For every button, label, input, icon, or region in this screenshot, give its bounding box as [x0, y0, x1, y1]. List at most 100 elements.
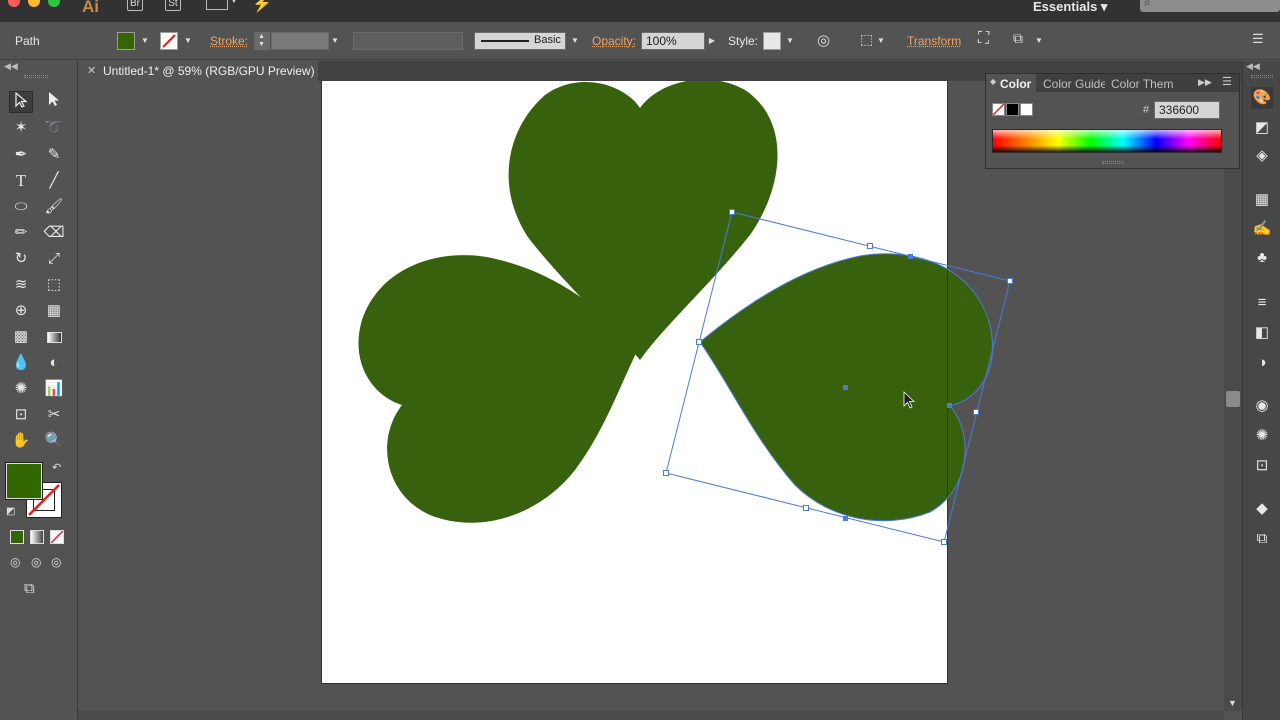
panel-options-icon[interactable]: ☰	[1222, 75, 1232, 88]
eyedropper-tool-icon[interactable]: 💧	[9, 352, 33, 374]
variable-width-profile[interactable]	[353, 32, 463, 50]
graphic-style-swatch[interactable]	[763, 32, 781, 50]
stroke-swatch[interactable]	[160, 32, 178, 50]
color-themes-icon[interactable]: ◈	[1251, 145, 1273, 167]
pencil-tool-icon[interactable]: ✏	[9, 222, 33, 244]
fill-indicator[interactable]	[5, 462, 43, 500]
vertical-scroll-thumb[interactable]	[1226, 391, 1240, 407]
align-dropdown[interactable]: ▼	[876, 32, 886, 50]
screen-mode-icon[interactable]: ⧉	[24, 580, 35, 597]
scroll-down-arrow-icon[interactable]: ▼	[1228, 698, 1237, 708]
arrange-icon[interactable]: ⧉	[1013, 30, 1023, 47]
close-tab-icon[interactable]: ✕	[87, 64, 96, 77]
layers-icon[interactable]: ◆	[1251, 498, 1273, 520]
selection-tool-icon[interactable]	[9, 91, 33, 113]
slice-tool-icon[interactable]: ✂	[42, 404, 66, 426]
gradient-tool-icon[interactable]	[42, 326, 66, 348]
graphic-styles-icon[interactable]: ✺	[1251, 425, 1273, 447]
symbol-sprayer-tool-icon[interactable]: ✺	[9, 378, 33, 400]
default-fill-stroke-icon[interactable]: ◩	[6, 506, 15, 517]
paintbrush-tool-icon[interactable]: 🖌	[42, 196, 66, 218]
stroke-weight-field[interactable]	[271, 32, 329, 50]
brush-dropdown[interactable]: ▼	[570, 32, 580, 50]
rotate-tool-icon[interactable]: ↻	[9, 248, 33, 270]
black-color-swatch[interactable]	[1006, 103, 1019, 116]
mesh-tool-icon[interactable]: ▩	[9, 326, 33, 348]
workspace-switcher[interactable]: Essentials ▾	[1033, 0, 1107, 15]
perspective-grid-tool-icon[interactable]: ▦	[42, 300, 66, 322]
color-panel-icon[interactable]: 🎨	[1251, 87, 1273, 109]
gpu-performance-icon[interactable]: ⚡	[252, 0, 272, 14]
stroke-weight-dropdown[interactable]: ▼	[330, 32, 340, 50]
width-tool-icon[interactable]: ≋	[9, 274, 33, 296]
more-tabs-icon[interactable]: ▶▶	[1198, 77, 1212, 88]
isolate-selected-icon[interactable]: ⛶	[978, 30, 989, 48]
stroke-label[interactable]: Stroke:	[210, 34, 248, 48]
arrange-dropdown[interactable]: ▼	[1034, 32, 1044, 50]
stroke-panel-icon[interactable]: ≡	[1251, 292, 1273, 314]
toolbar-grip[interactable]	[24, 75, 48, 78]
panel-resize-grip[interactable]	[1102, 161, 1124, 164]
tab-color-guide[interactable]: Color Guide	[1043, 77, 1105, 91]
asset-export-icon[interactable]: ⧉	[1251, 528, 1273, 550]
ellipse-tool-icon[interactable]: ⬭	[9, 196, 33, 218]
color-guide-icon[interactable]: ◩	[1251, 117, 1273, 139]
gradient-mode-button[interactable]	[30, 530, 44, 544]
appearance-icon[interactable]: ◉	[1251, 395, 1273, 417]
zoom-tool-icon[interactable]: 🔍	[42, 430, 66, 452]
vertical-scrollbar[interactable]: ▼	[1224, 81, 1242, 711]
align-to-icon[interactable]: ⬚	[860, 31, 873, 48]
artboards-icon[interactable]: ⊡	[1251, 455, 1273, 477]
expand-panels-icon[interactable]: ◀◀	[1246, 61, 1260, 72]
curvature-tool-icon[interactable]: ✎	[42, 144, 66, 166]
hex-value-field[interactable]: 336600	[1154, 101, 1220, 119]
none-mode-button[interactable]	[50, 530, 64, 544]
brushes-icon[interactable]: ✍	[1251, 218, 1273, 240]
bridge-button[interactable]: Br	[127, 0, 143, 11]
panel-menu-icon[interactable]: ☰	[1252, 31, 1264, 47]
none-color-swatch[interactable]	[992, 103, 1005, 116]
line-segment-tool-icon[interactable]: ╱	[42, 170, 66, 192]
artboard-tool-icon[interactable]: ⊡	[9, 404, 33, 426]
tab-color[interactable]: Color	[1000, 77, 1031, 91]
draw-behind-icon[interactable]: ◎	[31, 555, 41, 569]
free-transform-tool-icon[interactable]: ⬚	[42, 274, 66, 296]
eraser-tool-icon[interactable]: ⌫	[42, 222, 66, 244]
lasso-tool-icon[interactable]: ➰	[42, 117, 66, 139]
draw-inside-icon[interactable]: ◎	[51, 555, 61, 569]
scale-tool-icon[interactable]: ⤢	[42, 248, 66, 270]
shape-builder-tool-icon[interactable]: ⊕	[9, 300, 33, 322]
horizontal-scrollbar[interactable]	[78, 711, 1224, 720]
pen-tool-icon[interactable]: ✒	[9, 144, 33, 166]
dock-grip[interactable]	[1251, 75, 1273, 78]
color-mode-button[interactable]	[10, 530, 24, 544]
stroke-weight-stepper[interactable]: ▲ ▼	[254, 32, 270, 50]
fill-dropdown[interactable]: ▼	[140, 32, 150, 50]
close-window-button[interactable]	[8, 0, 20, 7]
white-color-swatch[interactable]	[1020, 103, 1033, 116]
arrange-documents-icon[interactable]	[206, 0, 228, 10]
tab-color-themes[interactable]: Color Themes	[1111, 77, 1173, 91]
graphic-style-dropdown[interactable]: ▼	[785, 32, 795, 50]
column-graph-tool-icon[interactable]: 📊	[42, 378, 66, 400]
collapse-panel-icon[interactable]: ◀◀	[4, 61, 18, 72]
chevron-down-icon[interactable]: ▼	[230, 0, 238, 5]
magic-wand-tool-icon[interactable]: ✶	[9, 117, 33, 139]
direct-selection-tool-icon[interactable]	[42, 91, 66, 113]
opacity-field[interactable]: 100%	[641, 32, 705, 50]
swatches-icon[interactable]: ▦	[1251, 189, 1273, 211]
search-field[interactable]: ⌕	[1140, 0, 1280, 12]
fill-swatch[interactable]	[117, 32, 135, 50]
zoom-window-button[interactable]	[48, 0, 60, 7]
minimize-window-button[interactable]	[28, 0, 40, 7]
transform-link[interactable]: Transform	[907, 34, 961, 48]
canvas-area[interactable]	[78, 81, 1242, 711]
gradient-panel-icon[interactable]: ◧	[1251, 322, 1273, 344]
artwork-layer[interactable]	[78, 81, 1224, 711]
brush-definition-field[interactable]: Basic	[474, 32, 566, 50]
symbols-icon[interactable]: ♣	[1251, 247, 1273, 269]
swap-fill-stroke-icon[interactable]: ↶	[52, 461, 61, 474]
stroke-dropdown[interactable]: ▼	[183, 32, 193, 50]
draw-normal-icon[interactable]: ◎	[10, 555, 20, 569]
hand-tool-icon[interactable]: ✋	[9, 430, 33, 452]
